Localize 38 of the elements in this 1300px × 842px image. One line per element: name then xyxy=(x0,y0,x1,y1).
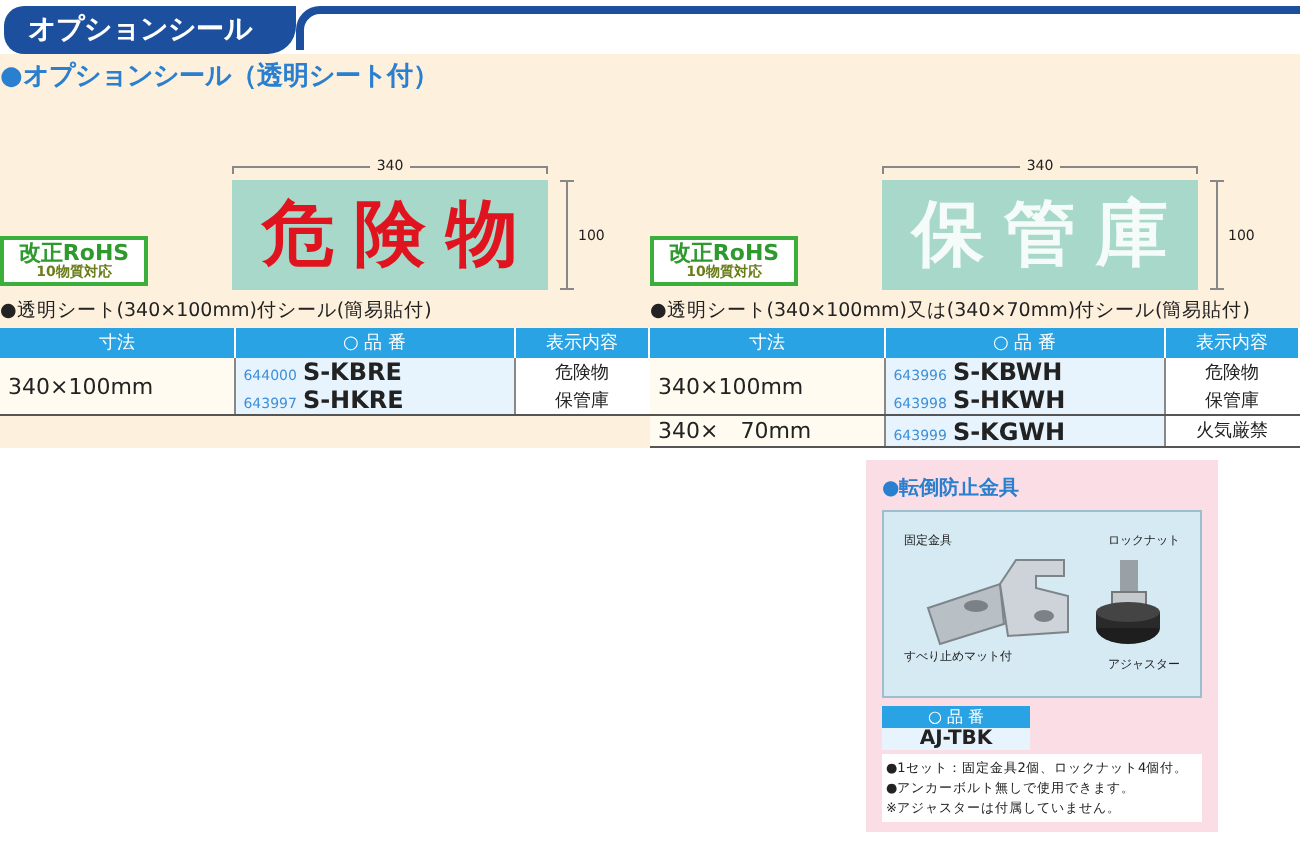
model-number: S-HKWH xyxy=(952,386,1066,414)
adjuster-drawing xyxy=(1096,560,1160,644)
table-cell: 保管庫 xyxy=(514,386,649,415)
model-number: S-KGWH xyxy=(952,417,1065,445)
column-header: ○ 品 番 xyxy=(882,706,1030,728)
model-number: S-KBWH xyxy=(952,358,1063,386)
column-header: 表示内容 xyxy=(514,328,649,358)
sign-preview: 保管庫 xyxy=(882,180,1198,290)
column-header: 寸法 xyxy=(0,328,235,358)
column-header: ○ 品 番 xyxy=(234,328,515,358)
model-number: S-HKRE xyxy=(302,386,404,414)
section-title: ●オプションシール（透明シート付） xyxy=(0,59,439,94)
sign-preview: 危険物 xyxy=(232,180,548,290)
table-caption: ●透明シート(340×100mm)付シール(簡易貼付) xyxy=(0,298,434,324)
dimension-line xyxy=(409,166,548,174)
table-cell: 保管庫 xyxy=(1164,386,1299,415)
column-header: ○ 品 番 xyxy=(884,328,1165,358)
badge-title: 改正RoHS xyxy=(668,242,780,264)
badge-title: 改正RoHS xyxy=(18,242,130,264)
table-cell: 危険物 xyxy=(514,358,649,386)
model-number: S-KBRE xyxy=(302,358,402,386)
table-cell: 危険物 xyxy=(1164,358,1299,386)
dimension-line xyxy=(560,180,574,290)
dimension-line xyxy=(1210,180,1224,290)
dimension-line xyxy=(1059,166,1198,174)
table-caption: ●透明シート(340×100mm)又は(340×70mm)付シール(簡易貼付) xyxy=(650,298,1252,324)
page-title: オプションシール xyxy=(4,6,296,54)
accessory-title: ●転倒防止金具 xyxy=(882,475,1022,502)
dimension-line xyxy=(882,166,1021,174)
table-cell: 340×100mm xyxy=(0,358,235,415)
model-number: AJ-TBK xyxy=(882,728,1030,750)
table-cell: 340×100mm xyxy=(650,358,885,415)
column-header: 表示内容 xyxy=(1164,328,1299,358)
table-cell: 340× 70mm xyxy=(650,415,885,447)
table-cell: 火気厳禁 xyxy=(1164,415,1299,447)
bracket-drawing xyxy=(926,559,1069,646)
column-header: 寸法 xyxy=(650,328,885,358)
dimension-line xyxy=(232,166,371,174)
